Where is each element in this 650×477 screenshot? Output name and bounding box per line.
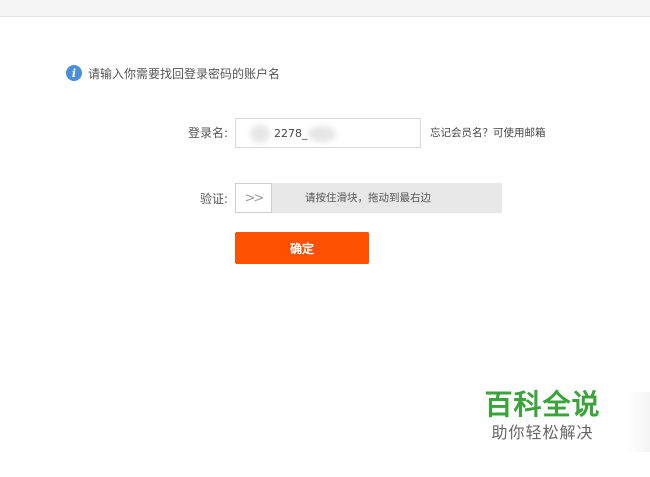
forgot-username-link[interactable]: 忘记会员名？可使用邮箱 <box>430 125 546 140</box>
watermark-subtitle: 助你轻松解决 <box>491 423 594 442</box>
page: i 请输入你需要找回登录密码的账户名 登录名: 2278_ 忘记会员名？可使用邮… <box>0 0 650 477</box>
notice: i 请输入你需要找回登录密码的账户名 <box>66 64 280 82</box>
edge-fade <box>626 392 650 452</box>
username-value: 2278_ <box>274 126 308 140</box>
redaction-blur <box>250 125 270 143</box>
slider-hint: 请按住滑块，拖动到最右边 <box>305 192 431 204</box>
verification-slider[interactable]: >> 请按住滑块，拖动到最右边 <box>235 183 502 213</box>
notice-text: 请输入你需要找回登录密码的账户名 <box>88 66 281 81</box>
slider-handle[interactable]: >> <box>235 183 272 213</box>
watermark-title: 百科全说 <box>484 388 601 421</box>
top-bar <box>0 0 650 17</box>
info-icon: i <box>66 65 82 81</box>
confirm-button[interactable]: 确定 <box>235 232 369 264</box>
redaction-blur <box>308 126 336 142</box>
watermark: 百科全说 助你轻松解决 <box>480 388 605 444</box>
verify-label: 验证: <box>199 192 228 206</box>
double-chevron-right-icon: >> <box>244 190 265 206</box>
username-label: 登录名: <box>187 126 228 140</box>
username-input[interactable]: 2278_ <box>235 118 421 148</box>
